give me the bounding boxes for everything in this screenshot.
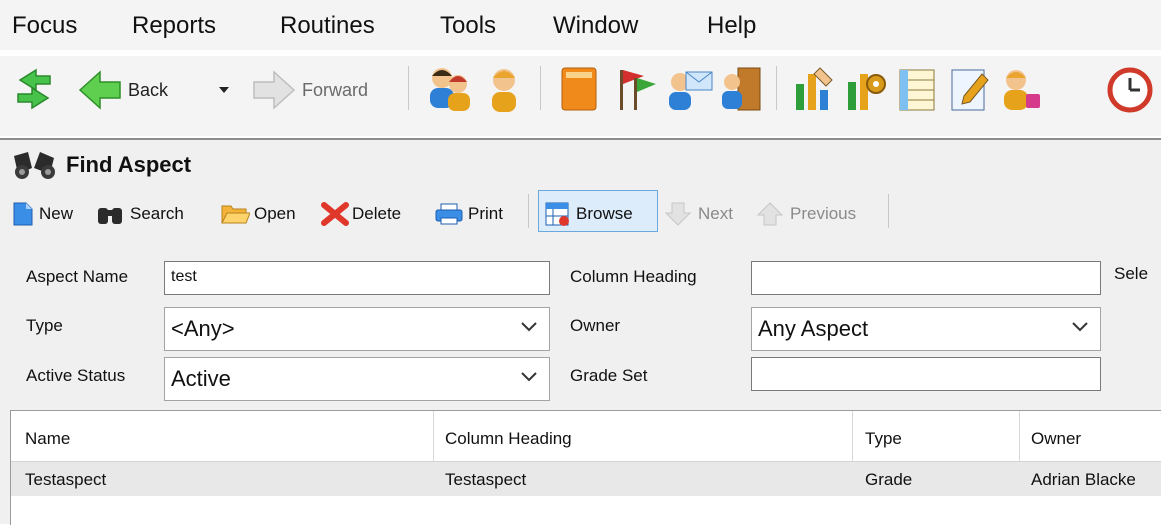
up-arrow-icon bbox=[756, 202, 784, 226]
chevron-down-icon bbox=[521, 322, 537, 332]
new-label: New bbox=[39, 204, 74, 223]
search-button[interactable]: Search bbox=[96, 200, 184, 228]
back-dropdown-icon[interactable] bbox=[218, 86, 230, 94]
chevron-down-icon bbox=[521, 372, 537, 382]
previous-button[interactable]: Previous bbox=[756, 200, 856, 228]
toolbar-separator bbox=[776, 66, 777, 110]
active-status-select-value: Active bbox=[171, 366, 231, 391]
grade-set-label: Grade Set bbox=[570, 366, 648, 385]
group-people-icon[interactable] bbox=[424, 64, 474, 114]
print-label: Print bbox=[468, 204, 503, 223]
type-select-value: <Any> bbox=[171, 316, 235, 341]
browse-table-icon bbox=[545, 202, 569, 226]
owner-select[interactable]: Any Aspect bbox=[751, 307, 1101, 351]
chart-pencil-icon[interactable] bbox=[790, 64, 836, 114]
results-grid: Name Column Heading Type Owner Testaspec… bbox=[10, 410, 1161, 525]
toolbar-separator bbox=[408, 66, 409, 110]
select-label-partial: Sele bbox=[1114, 264, 1149, 283]
previous-label: Previous bbox=[790, 204, 857, 223]
column-heading-input[interactable] bbox=[751, 261, 1101, 295]
binoculars-icon bbox=[14, 152, 55, 179]
grid-header: Name Column Heading Type Owner bbox=[11, 411, 1161, 462]
menu-window[interactable]: Window bbox=[553, 12, 638, 40]
browse-button[interactable]: Browse bbox=[544, 200, 633, 228]
column-divider[interactable] bbox=[852, 411, 853, 461]
open-button[interactable]: Open bbox=[220, 200, 296, 228]
forward-label: Forward bbox=[302, 79, 369, 100]
document-edit-icon[interactable] bbox=[946, 64, 992, 114]
printer-icon bbox=[435, 203, 463, 225]
diary-book-icon[interactable] bbox=[556, 64, 602, 114]
open-label: Open bbox=[254, 204, 296, 223]
panel-toolbar-separator bbox=[888, 194, 889, 228]
menu-bar: Focus Reports Routines Tools Window Help bbox=[0, 0, 1161, 50]
column-header-name[interactable]: Name bbox=[25, 429, 70, 449]
cell-type: Grade bbox=[865, 470, 913, 489]
new-button[interactable]: New bbox=[12, 200, 73, 228]
cell-column-heading: Testaspect bbox=[445, 470, 527, 489]
grade-set-input[interactable] bbox=[751, 357, 1101, 391]
column-header-owner[interactable]: Owner bbox=[1031, 429, 1081, 449]
person-door-icon[interactable] bbox=[718, 64, 762, 114]
clock-icon[interactable] bbox=[1100, 64, 1161, 114]
person-message-icon[interactable] bbox=[664, 64, 714, 114]
panel-toolbar-separator bbox=[528, 194, 529, 228]
chevron-down-icon bbox=[1072, 322, 1088, 332]
new-document-icon bbox=[13, 202, 33, 226]
menu-tools[interactable]: Tools bbox=[440, 12, 496, 40]
toolbar-separator bbox=[540, 66, 541, 110]
owner-select-value: Any Aspect bbox=[758, 316, 869, 341]
column-divider[interactable] bbox=[1019, 411, 1020, 461]
search-label: Search bbox=[130, 204, 184, 223]
search-binoculars-icon bbox=[98, 208, 122, 224]
person-icon[interactable] bbox=[482, 64, 526, 114]
next-label: Next bbox=[698, 204, 733, 223]
delete-button[interactable]: Delete bbox=[320, 200, 401, 228]
print-button[interactable]: Print bbox=[434, 200, 503, 228]
table-row[interactable]: Testaspect Testaspect Grade Adrian Black… bbox=[11, 462, 1161, 496]
forward-button[interactable]: Forward bbox=[252, 70, 368, 110]
back-label: Back bbox=[128, 79, 169, 100]
column-header-type[interactable]: Type bbox=[865, 429, 902, 449]
aspect-name-label: Aspect Name bbox=[26, 267, 129, 286]
menu-routines[interactable]: Routines bbox=[280, 12, 375, 40]
column-header-column-heading[interactable]: Column Heading bbox=[445, 429, 572, 449]
delete-x-icon bbox=[321, 202, 349, 226]
aspect-name-input[interactable]: test bbox=[164, 261, 550, 295]
owner-label: Owner bbox=[570, 316, 621, 335]
panel-title: Find Aspect bbox=[66, 152, 192, 177]
back-arrow-icon bbox=[78, 70, 121, 110]
down-arrow-icon bbox=[664, 202, 692, 226]
back-button[interactable]: Back bbox=[78, 70, 168, 110]
swap-arrows-icon[interactable] bbox=[14, 68, 54, 110]
open-folder-icon bbox=[221, 205, 250, 224]
forward-arrow-icon bbox=[253, 70, 296, 110]
cell-owner: Adrian Blacke bbox=[1031, 470, 1136, 489]
active-status-select[interactable]: Active bbox=[164, 357, 550, 401]
column-heading-label: Column Heading bbox=[570, 267, 697, 286]
browse-label: Browse bbox=[576, 204, 633, 223]
type-select[interactable]: <Any> bbox=[164, 307, 550, 351]
flags-icon[interactable] bbox=[610, 64, 658, 114]
type-label: Type bbox=[26, 316, 63, 335]
next-button[interactable]: Next bbox=[664, 200, 733, 228]
person-lock-icon[interactable] bbox=[998, 64, 1044, 114]
cell-name: Testaspect bbox=[25, 470, 107, 489]
menu-help[interactable]: Help bbox=[707, 12, 756, 40]
column-divider[interactable] bbox=[433, 411, 434, 461]
active-status-label: Active Status bbox=[26, 366, 126, 385]
menu-focus[interactable]: Focus bbox=[12, 12, 77, 40]
document-table-icon[interactable] bbox=[894, 64, 940, 114]
delete-label: Delete bbox=[352, 204, 402, 223]
chart-gear-icon[interactable] bbox=[842, 64, 888, 114]
menu-reports[interactable]: Reports bbox=[132, 12, 216, 40]
